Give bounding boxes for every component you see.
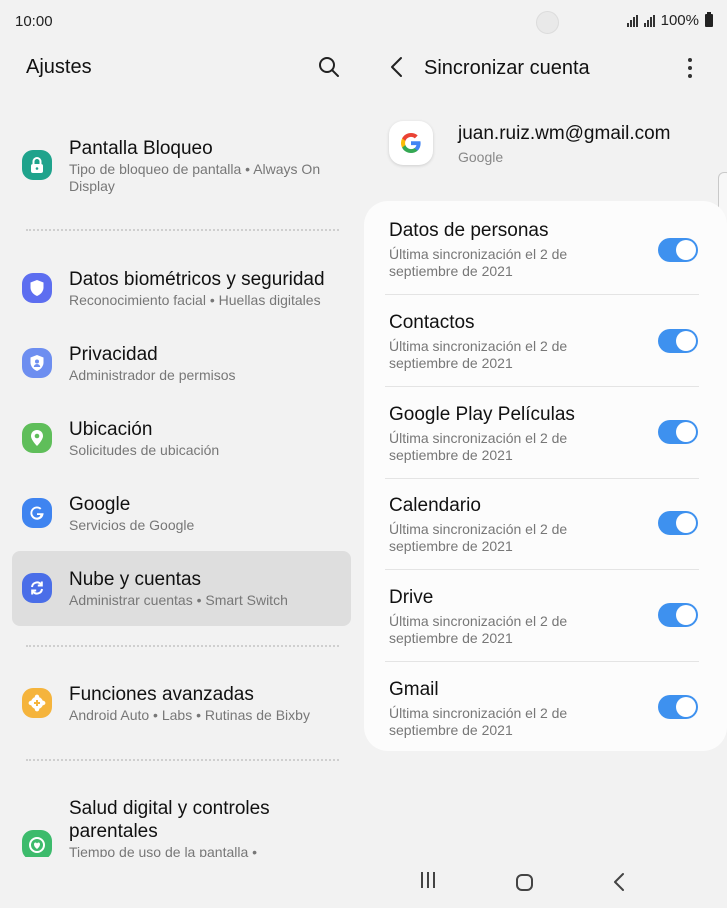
lock-icon	[22, 150, 52, 180]
settings-item-lock-screen[interactable]: Pantalla Bloqueo Tipo de bloqueo de pant…	[12, 137, 351, 201]
divider	[26, 229, 339, 231]
account-email: juan.ruiz.wm@gmail.com	[458, 123, 671, 144]
chevron-left-icon	[391, 57, 402, 77]
row-title: Drive	[389, 587, 434, 608]
row-subtitle: Última sincronización el 2 de septiembre…	[389, 613, 568, 646]
item-subtitle: Reconocimiento facial • Huellas digitale…	[69, 292, 321, 308]
status-time: 10:00	[15, 13, 53, 30]
home-button[interactable]	[512, 870, 536, 894]
camera-cutout	[536, 11, 559, 34]
item-title: Privacidad	[69, 344, 158, 365]
row-subtitle: Última sincronización el 2 de septiembre…	[389, 338, 568, 371]
divider	[26, 645, 339, 647]
item-subtitle: Tipo de bloqueo de pantalla • Always On …	[69, 161, 321, 194]
row-title: Calendario	[389, 495, 481, 516]
row-subtitle: Última sincronización el 2 de septiembre…	[389, 521, 568, 554]
status-bar: 10:00 100%	[0, 0, 727, 44]
sync-icon	[22, 573, 52, 603]
sync-row-calendar[interactable]: Calendario Última sincronización el 2 de…	[385, 478, 699, 570]
back-button[interactable]	[386, 55, 408, 79]
location-icon	[22, 423, 52, 453]
sync-toggle[interactable]	[658, 238, 698, 262]
home-icon	[515, 873, 533, 891]
settings-item-digital-wellbeing[interactable]: Salud digital y controles parentales Tie…	[12, 797, 351, 857]
gear-plus-icon	[22, 688, 52, 718]
sync-row-play-movies[interactable]: Google Play Películas Última sincronizac…	[385, 387, 699, 479]
sync-toggle[interactable]	[658, 695, 698, 719]
google-g-icon	[22, 498, 52, 528]
item-subtitle: Servicios de Google	[69, 517, 195, 533]
google-logo-icon	[389, 121, 433, 165]
more-options-icon	[688, 58, 692, 62]
sync-row-drive[interactable]: Drive Última sincronización el 2 de sept…	[385, 570, 699, 662]
status-icons: 100%	[626, 12, 713, 29]
row-subtitle: Última sincronización el 2 de septiembre…	[389, 705, 568, 738]
sync-toggle[interactable]	[658, 329, 698, 353]
row-subtitle: Última sincronización el 2 de septiembre…	[389, 246, 568, 279]
row-title: Gmail	[389, 679, 439, 700]
item-title: Nube y cuentas	[69, 569, 202, 590]
more-options-button[interactable]	[680, 56, 700, 80]
item-subtitle: Administrar cuentas • Smart Switch	[69, 592, 288, 608]
item-title: Pantalla Bloqueo	[69, 138, 213, 159]
digital-wellbeing-icon	[22, 830, 52, 857]
back-nav-button[interactable]	[608, 870, 632, 894]
settings-item-google[interactable]: Google Servicios de Google	[12, 493, 351, 539]
recent-apps-button[interactable]	[416, 870, 440, 894]
row-title: Datos de personas	[389, 220, 549, 241]
sync-toggle[interactable]	[658, 603, 698, 627]
settings-item-advanced-features[interactable]: Funciones avanzadas Android Auto • Labs …	[12, 683, 351, 729]
back-icon	[614, 873, 624, 891]
item-subtitle: Android Auto • Labs • Rutinas de Bixby	[69, 707, 310, 723]
row-subtitle: Última sincronización el 2 de septiembre…	[389, 430, 568, 463]
item-subtitle: Solicitudes de ubicación	[69, 442, 220, 458]
sync-toggle[interactable]	[658, 511, 698, 535]
sync-list: Datos de personas Última sincronización …	[364, 201, 727, 751]
sync-row-people[interactable]: Datos de personas Última sincronización …	[385, 203, 699, 295]
settings-item-privacy[interactable]: Privacidad Administrador de permisos	[12, 343, 351, 389]
battery-icon	[705, 12, 713, 27]
sync-row-contacts[interactable]: Contactos Última sincronización el 2 de …	[385, 295, 699, 387]
row-title: Contactos	[389, 312, 475, 333]
page-title: Ajustes	[26, 56, 92, 78]
shield-icon	[22, 273, 52, 303]
battery-percent: 100%	[660, 12, 699, 29]
item-title: Datos biométricos y seguridad	[69, 269, 325, 290]
item-title: Ubicación	[69, 419, 153, 440]
row-title: Google Play Películas	[389, 404, 575, 425]
item-subtitle: Tiempo de uso de la pantalla •	[69, 844, 258, 857]
item-title: Google	[69, 494, 131, 515]
sync-toggle[interactable]	[658, 420, 698, 444]
privacy-icon	[22, 348, 52, 378]
account-type: Google	[458, 149, 504, 165]
signal-icon	[643, 14, 655, 27]
page-title: Sincronizar cuenta	[424, 57, 590, 79]
sync-row-gmail[interactable]: Gmail Última sincronización el 2 de sept…	[385, 662, 699, 754]
item-title: Funciones avanzadas	[69, 684, 254, 705]
recent-apps-icon	[419, 871, 437, 893]
item-subtitle: Administrador de permisos	[69, 367, 236, 383]
divider	[26, 759, 339, 761]
settings-item-biometrics[interactable]: Datos biométricos y seguridad Reconocimi…	[12, 268, 351, 314]
signal-icon	[626, 14, 638, 27]
settings-item-location[interactable]: Ubicación Solicitudes de ubicación	[12, 418, 351, 464]
search-button[interactable]	[317, 55, 341, 79]
settings-item-cloud-accounts[interactable]: Nube y cuentas Administrar cuentas • Sma…	[12, 551, 351, 626]
item-title: Salud digital y controles parentales	[69, 798, 270, 842]
search-icon	[319, 57, 339, 77]
